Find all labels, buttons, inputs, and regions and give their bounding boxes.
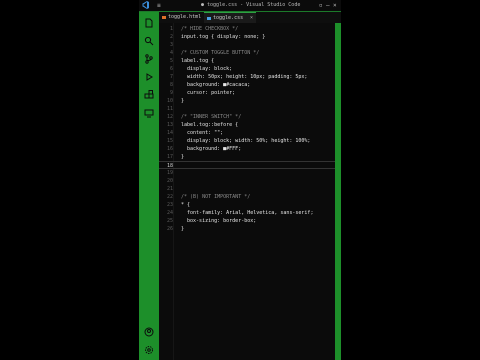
code-line[interactable]: 1 /* HIDE CHECKBOX */ [159, 25, 335, 33]
line-number: 20 [166, 178, 173, 184]
code-line[interactable]: 6 display: block; [159, 65, 335, 73]
tab-toggle-html[interactable]: toggle.html [159, 12, 204, 23]
settings-icon[interactable] [144, 345, 154, 355]
code-line[interactable]: 22 /* (B) NOT IMPORTANT */ [159, 193, 335, 201]
code-line[interactable]: 25 box-sizing: border-box; [159, 217, 335, 225]
line-number: 2 [169, 34, 173, 40]
remote-icon[interactable] [144, 108, 154, 118]
code-line[interactable]: 21 [159, 185, 335, 193]
code-line[interactable]: 16 background: ■#FFF; [159, 145, 335, 153]
line-code: * { [181, 202, 191, 208]
line-code: content: ""; [181, 130, 224, 136]
line-number: 6 [169, 66, 173, 72]
code-line[interactable]: 24 font-family: Arial, Helvetica, sans-s… [159, 209, 335, 217]
line-code: } [181, 98, 185, 104]
vscode-window: ≡ ● toggle.css - Visual Studio Code ▫ – … [139, 0, 341, 360]
line-code: } [181, 154, 185, 160]
line-number: 15 [166, 138, 173, 144]
code-line[interactable]: 13 label.tog::before { [159, 121, 335, 129]
extensions-icon[interactable] [144, 90, 154, 100]
code-line[interactable]: 15 display: block; width: 50%; height: 1… [159, 137, 335, 145]
line-number: 3 [169, 42, 173, 48]
code-line[interactable]: 3 [159, 41, 335, 49]
line-number: 19 [166, 170, 173, 176]
explorer-icon[interactable] [144, 18, 154, 28]
line-number: 16 [166, 146, 173, 152]
line-code: label.tog { [181, 58, 215, 64]
code-line[interactable]: 26} [159, 225, 335, 233]
window-title: ● toggle.css - Visual Studio Code [201, 2, 301, 8]
line-code: /* (B) NOT IMPORTANT */ [181, 194, 251, 200]
code-editor[interactable]: 1 /* HIDE CHECKBOX */ 2 input.tog { display… [159, 23, 335, 360]
activity-bar [139, 12, 159, 360]
minimize-icon[interactable]: – [326, 1, 330, 10]
close-icon[interactable]: × [333, 1, 337, 10]
line-code: input.tog { display: none; } [181, 34, 266, 40]
line-number: 17 [166, 154, 173, 160]
tab-label: toggle.css [213, 15, 244, 21]
line-number: 14 [166, 130, 173, 136]
line-code: /* HIDE CHECKBOX */ [181, 26, 239, 32]
code-line[interactable]: 14 content: ""; [159, 129, 335, 137]
line-number: 5 [169, 58, 173, 64]
code-line[interactable]: 17} [159, 153, 335, 161]
account-icon[interactable] [144, 327, 154, 337]
layout-icon[interactable]: ▫ [319, 1, 323, 10]
line-number: 25 [166, 218, 173, 224]
line-code: cursor: pointer; [181, 90, 236, 96]
line-code: font-family: Arial, Helvetica, sans-seri… [181, 210, 314, 216]
code-line[interactable]: 2 input.tog { display: none; } [159, 33, 335, 41]
line-code: /* "INNER SWITCH" */ [181, 114, 242, 120]
html-file-icon [162, 16, 166, 19]
code-line[interactable]: 20 [159, 177, 335, 185]
line-number: 23 [166, 202, 173, 208]
source-control-icon[interactable] [144, 54, 154, 64]
line-number: 21 [166, 186, 173, 192]
editor-tabs: toggle.html toggle.css × [159, 12, 341, 23]
line-code: label.tog::before { [181, 122, 239, 128]
code-line[interactable]: 18 [159, 161, 335, 169]
line-code: display: block; width: 50%; height: 100%… [181, 138, 311, 144]
line-number: 7 [169, 74, 173, 80]
line-code: } [181, 226, 185, 232]
scrollbar[interactable] [335, 23, 341, 360]
code-line[interactable]: 10} [159, 97, 335, 105]
code-line[interactable]: 19 [159, 169, 335, 177]
line-number: 4 [169, 50, 173, 56]
line-code: background: ■#FFF; [181, 146, 242, 152]
hamburger-icon[interactable]: ≡ [157, 1, 161, 10]
line-number: 24 [166, 210, 173, 216]
vscode-logo-icon [142, 1, 149, 9]
line-number: 9 [169, 90, 173, 96]
line-number: 8 [169, 82, 173, 88]
line-number: 22 [166, 194, 173, 200]
search-icon[interactable] [144, 36, 154, 46]
tab-toggle-css[interactable]: toggle.css × [204, 12, 256, 23]
line-number: 26 [166, 226, 173, 232]
line-code: display: block; [181, 66, 233, 72]
css-file-icon [207, 17, 211, 20]
run-icon[interactable] [144, 72, 154, 82]
line-code: background: ■#cacaca; [181, 82, 251, 88]
code-line[interactable]: 23 * { [159, 201, 335, 209]
tab-label: toggle.html [168, 14, 202, 20]
code-line[interactable]: 7 width: 50px; height: 10px; padding: 5p… [159, 73, 335, 81]
code-line[interactable]: 8 background: ■#cacaca; [159, 81, 335, 89]
code-line[interactable]: 11 [159, 105, 335, 113]
title-bar: ≡ ● toggle.css - Visual Studio Code ▫ – … [139, 0, 341, 12]
line-number: 12 [166, 114, 173, 120]
code-line[interactable]: 12 /* "INNER SWITCH" */ [159, 113, 335, 121]
line-number: 1 [169, 26, 173, 32]
code-line[interactable]: 9 cursor: pointer; [159, 89, 335, 97]
code-line[interactable]: 5 label.tog { [159, 57, 335, 65]
line-code: /* CUSTOM TOGGLE BUTTON */ [181, 50, 260, 56]
line-number: 13 [166, 122, 173, 128]
line-code: width: 50px; height: 10px; padding: 5px; [181, 74, 308, 80]
line-number: 11 [166, 106, 173, 112]
line-number: 10 [166, 98, 173, 104]
line-code: box-sizing: border-box; [181, 218, 257, 224]
code-line[interactable]: 4 /* CUSTOM TOGGLE BUTTON */ [159, 49, 335, 57]
